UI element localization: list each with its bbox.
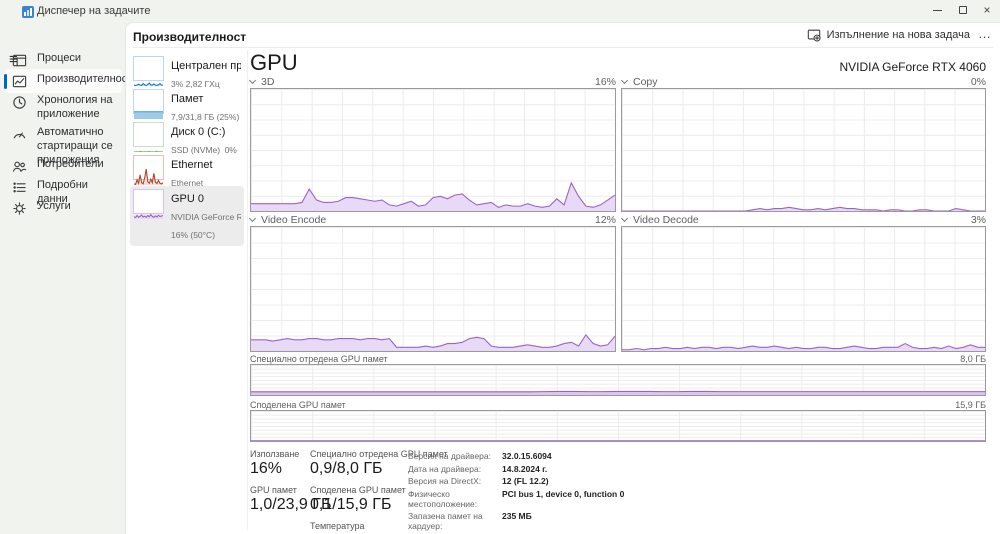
perf-item-title: Диск 0 (C:) bbox=[171, 126, 226, 138]
shared-memory-max: 15,9 ГБ bbox=[955, 400, 986, 410]
graph-selector-copy[interactable]: Copy bbox=[620, 76, 658, 88]
gpu-copy-chart bbox=[621, 88, 986, 212]
graph-video-encode-percent: 12% bbox=[594, 214, 616, 226]
graph-selector-video-decode[interactable]: Video Decode bbox=[620, 214, 699, 226]
close-button[interactable]: × bbox=[974, 0, 1000, 20]
maximize-button[interactable] bbox=[950, 0, 976, 20]
minimize-icon bbox=[932, 9, 942, 11]
minimize-button[interactable] bbox=[924, 0, 950, 20]
window-title: Диспечер на задачите bbox=[37, 5, 151, 17]
graph-copy-percent: 0% bbox=[970, 76, 986, 88]
list-item-gpu[interactable]: GPU 0 NVIDIA GeForce R... 16% (50°C) bbox=[130, 186, 244, 246]
maximize-icon bbox=[959, 6, 967, 14]
processes-icon bbox=[12, 53, 27, 68]
speedometer-icon bbox=[12, 127, 27, 142]
sidebar-item-label: Услуги bbox=[37, 200, 71, 212]
sidebar-item-label: Хронология на приложение bbox=[37, 94, 113, 120]
gpu-3d-chart bbox=[250, 88, 616, 212]
cpu-mini-chart bbox=[133, 56, 164, 86]
dedicated-memory-max: 8,0 ГБ bbox=[960, 354, 986, 364]
gpu-video-encode-chart bbox=[250, 226, 616, 352]
app-icon bbox=[22, 5, 34, 18]
detail-key: Версия на DirectX: bbox=[408, 476, 482, 486]
shared-memory-label: Споделена GPU памет bbox=[250, 400, 346, 410]
detail-key: Дата на драйвера: bbox=[408, 463, 482, 474]
gpu-device-name: NVIDIA GeForce RTX 4060 bbox=[839, 60, 986, 74]
sidebar-item-label: Производителност bbox=[37, 73, 133, 85]
graph-video-decode-percent: 3% bbox=[970, 214, 986, 226]
selected-accent-bar bbox=[4, 74, 7, 89]
chevron-down-icon bbox=[620, 214, 629, 223]
chevron-down-icon bbox=[620, 76, 629, 85]
chevron-down-icon bbox=[248, 214, 257, 223]
close-icon: × bbox=[983, 3, 991, 17]
graph-3d-percent: 16% bbox=[594, 76, 616, 88]
sidebar: ≡ Процеси Производителност Хронология на… bbox=[0, 22, 132, 534]
list-icon bbox=[12, 180, 27, 195]
perf-item-sub: 16% (50°C) bbox=[171, 230, 216, 240]
sidebar-item-app-history[interactable]: Хронология на приложение bbox=[4, 90, 122, 126]
toolbar-divider bbox=[133, 47, 993, 48]
run-new-task-label: Изпълнение на нова задача bbox=[826, 29, 970, 41]
gpu-mini-chart bbox=[133, 189, 164, 219]
detail-value-physical-location: PCI bus 1, device 0, function 0 bbox=[502, 488, 625, 499]
services-gear-icon bbox=[12, 201, 27, 216]
sidebar-item-services[interactable]: Услуги bbox=[4, 196, 122, 220]
titlebar: Диспечер на задачите × bbox=[0, 0, 1000, 22]
sidebar-item-label: Потребители bbox=[37, 158, 104, 170]
perf-item-title: Централен проце bbox=[171, 60, 241, 72]
perf-item-title: Ethernet bbox=[171, 159, 213, 171]
run-new-task-button[interactable]: Изпълнение на нова задача bbox=[807, 28, 970, 42]
disk-mini-chart bbox=[133, 122, 164, 152]
graph-selector-video-encode[interactable]: Video Encode bbox=[248, 214, 326, 226]
detail-key: Запазена памет на хардуер: bbox=[408, 511, 483, 531]
chevron-down-icon bbox=[248, 76, 257, 85]
detail-key: Версия на драйвера: bbox=[408, 451, 491, 461]
new-task-icon bbox=[807, 28, 821, 42]
detail-value-driver-version: 32.0.15.6094 bbox=[502, 451, 552, 461]
dedicated-memory-chart bbox=[250, 364, 986, 396]
detail-value-directx-version: 12 (FL 12.2) bbox=[502, 476, 549, 486]
detail-value-driver-date: 14.8.2024 г. bbox=[502, 463, 548, 474]
graph-selector-3d[interactable]: 3D bbox=[248, 76, 274, 88]
more-options-button[interactable]: … bbox=[978, 26, 992, 41]
detail-key: Физическо местоположение: bbox=[408, 488, 478, 509]
memory-mini-chart bbox=[133, 89, 164, 119]
ethernet-mini-chart bbox=[133, 155, 164, 185]
driver-details: Версия на драйвера: 32.0.15.6094 Дата на … bbox=[408, 451, 624, 534]
perf-item-title: GPU 0 bbox=[171, 193, 205, 205]
list-detail-divider bbox=[247, 50, 248, 530]
gpu-title: GPU bbox=[250, 50, 298, 75]
performance-icon bbox=[12, 74, 27, 89]
dedicated-memory-label: Специално отредена GPU памет bbox=[250, 354, 388, 364]
gpu-video-decode-chart bbox=[621, 226, 986, 352]
sidebar-item-label: Процеси bbox=[37, 52, 82, 64]
page-title: Производителност bbox=[133, 30, 247, 44]
users-icon bbox=[12, 159, 27, 174]
clock-icon bbox=[12, 95, 27, 110]
detail-value-reserved-memory: 235 МБ bbox=[502, 511, 532, 521]
shared-memory-chart bbox=[250, 410, 986, 442]
perf-item-sub: NVIDIA GeForce R... bbox=[171, 212, 241, 222]
perf-item-title: Памет bbox=[171, 93, 204, 105]
